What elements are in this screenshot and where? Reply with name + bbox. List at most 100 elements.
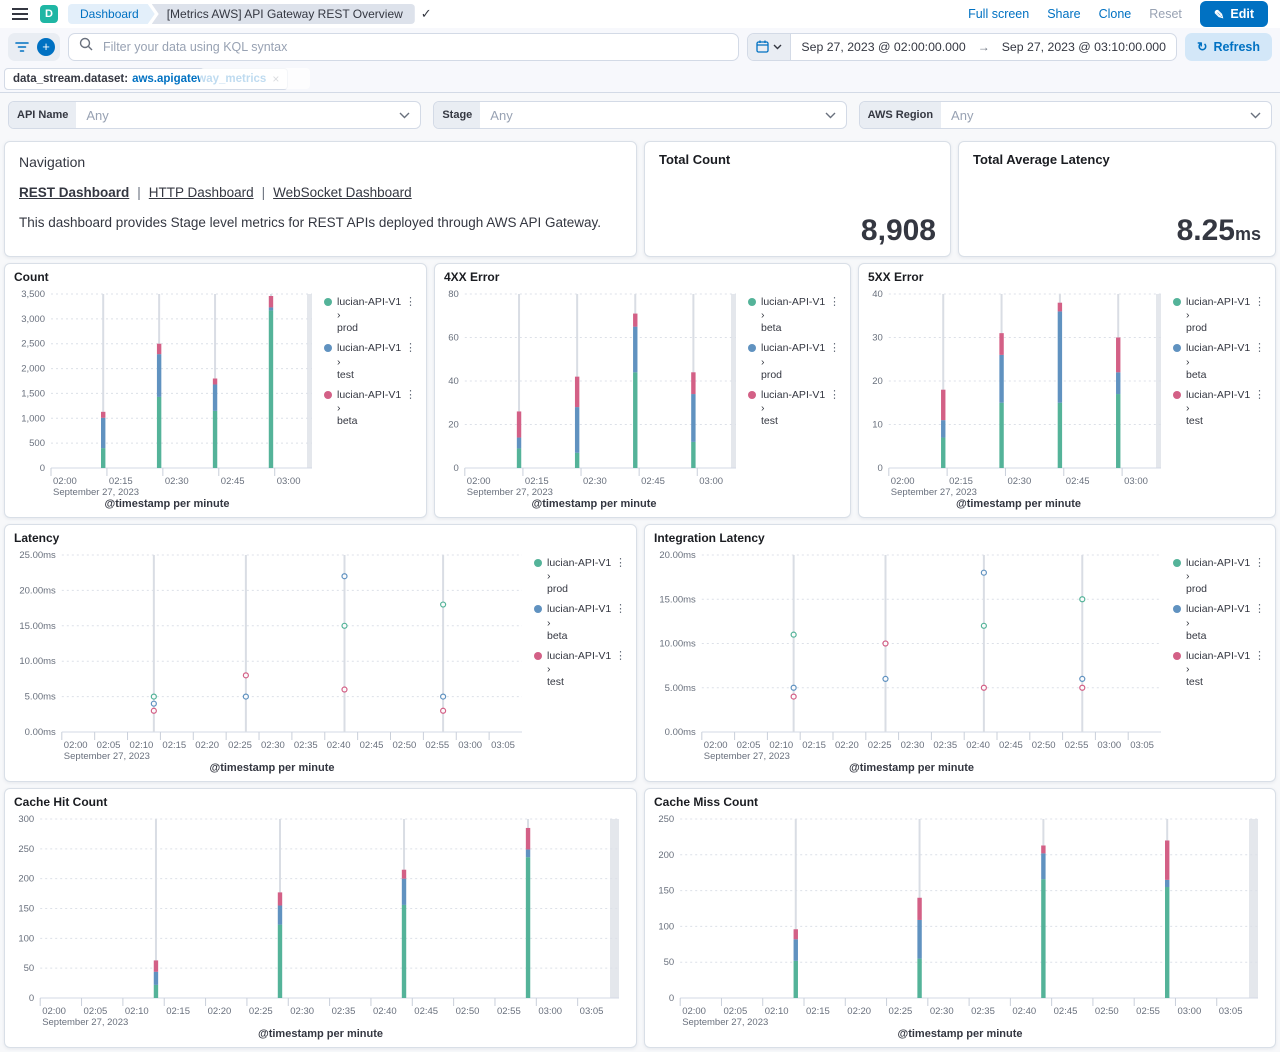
latency-chart[interactable]: 0.00ms5.00ms10.00ms15.00ms20.00ms25.00ms… <box>14 547 530 762</box>
legend-item[interactable]: lucian-API-V1 ›beta⋮ <box>748 296 841 335</box>
legend-series-label: lucian-API-V1 ›prod <box>1186 557 1253 596</box>
svg-text:02:55: 02:55 <box>497 1006 521 1017</box>
legend-actions-icon[interactable]: ⋮ <box>404 296 417 335</box>
legend-item[interactable]: lucian-API-V1 ›test⋮ <box>1173 389 1266 428</box>
svg-text:5.00ms: 5.00ms <box>665 683 696 694</box>
svg-text:02:00: 02:00 <box>64 740 88 751</box>
legend-actions-icon[interactable]: ⋮ <box>1253 342 1266 381</box>
legend-actions-icon[interactable]: ⋮ <box>404 342 417 381</box>
4xx-error-chart-panel: 4XX Error 02040608002:00September 27, 20… <box>434 263 851 518</box>
calendar-icon[interactable] <box>748 34 791 60</box>
chevron-down-icon <box>1250 112 1271 119</box>
svg-text:60: 60 <box>448 333 459 344</box>
legend-series-dot <box>324 298 332 306</box>
legend-item[interactable]: lucian-API-V1 ›prod⋮ <box>324 296 417 335</box>
full-screen-link[interactable]: Full screen <box>968 7 1029 21</box>
legend-item[interactable]: lucian-API-V1 ›beta⋮ <box>324 389 417 428</box>
legend-item[interactable]: lucian-API-V1 ›beta⋮ <box>1173 603 1266 642</box>
count-chart[interactable]: 05001,0001,5002,0002,5003,0003,50002:00S… <box>14 286 320 498</box>
legend-item[interactable]: lucian-API-V1 ›prod⋮ <box>1173 557 1266 596</box>
svg-text:September 27, 2023: September 27, 2023 <box>64 751 150 762</box>
range-arrow-icon: → <box>976 40 992 54</box>
date-range-start[interactable]: Sep 27, 2023 @ 02:00:00.000 <box>791 40 975 54</box>
svg-text:03:00: 03:00 <box>1177 1006 1201 1017</box>
clone-link[interactable]: Clone <box>1099 7 1132 21</box>
navigation-title: Navigation <box>19 154 622 170</box>
menu-icon[interactable] <box>10 5 30 23</box>
svg-text:02:35: 02:35 <box>332 1006 356 1017</box>
websocket-dashboard-link[interactable]: WebSocket Dashboard <box>273 185 412 200</box>
legend-actions-icon[interactable]: ⋮ <box>404 389 417 428</box>
cache-miss-count-chart[interactable]: 05010015020025002:00September 27, 202302… <box>654 811 1266 1028</box>
svg-text:10.00ms: 10.00ms <box>659 639 696 650</box>
navigation-links: REST Dashboard | HTTP Dashboard | WebSoc… <box>19 185 622 200</box>
svg-text:02:55: 02:55 <box>1136 1006 1160 1017</box>
count-chart-panel: Count 05001,0001,5002,0002,5003,0003,500… <box>4 263 427 518</box>
svg-text:September 27, 2023: September 27, 2023 <box>682 1017 768 1028</box>
cache-hit-count-chart[interactable]: 05010015020025030002:00September 27, 202… <box>14 811 627 1028</box>
rest-dashboard-link[interactable]: REST Dashboard <box>19 185 129 200</box>
legend-actions-icon[interactable]: ⋮ <box>1253 557 1266 596</box>
edit-button[interactable]: ✎ Edit <box>1200 1 1268 27</box>
4xx-error-chart[interactable]: 02040608002:00September 27, 202302:1502:… <box>444 286 744 498</box>
breadcrumb-dashboard[interactable]: Dashboard <box>68 4 155 24</box>
total-average-latency-value: 8.25ms <box>973 216 1261 246</box>
legend-item[interactable]: lucian-API-V1 ›beta⋮ <box>1173 342 1266 381</box>
svg-text:02:25: 02:25 <box>228 740 252 751</box>
legend-item[interactable]: lucian-API-V1 ›beta⋮ <box>534 603 627 642</box>
query-bar: + Sep 27, 2023 @ 02:00:00.000 → Sep 27, … <box>0 28 1280 65</box>
control-stage[interactable]: Stage Any <box>433 101 846 129</box>
date-range-picker: Sep 27, 2023 @ 02:00:00.000 → Sep 27, 20… <box>747 33 1177 61</box>
svg-text:02:45: 02:45 <box>1066 476 1090 487</box>
legend-actions-icon[interactable]: ⋮ <box>614 650 627 689</box>
legend-actions-icon[interactable]: ⋮ <box>828 296 841 335</box>
svg-text:02:20: 02:20 <box>835 740 859 751</box>
svg-text:1,000: 1,000 <box>21 413 45 424</box>
svg-text:2,500: 2,500 <box>21 339 45 350</box>
pencil-icon: ✎ <box>1214 7 1224 22</box>
svg-text:02:10: 02:10 <box>125 1006 149 1017</box>
legend-actions-icon[interactable]: ⋮ <box>828 389 841 428</box>
control-aws-region[interactable]: AWS Region Any <box>859 101 1272 129</box>
legend-actions-icon[interactable]: ⋮ <box>614 603 627 642</box>
kql-search-input[interactable] <box>101 39 728 55</box>
http-dashboard-link[interactable]: HTTP Dashboard <box>149 185 254 200</box>
svg-text:02:05: 02:05 <box>97 740 121 751</box>
share-link[interactable]: Share <box>1047 7 1080 21</box>
svg-text:1,500: 1,500 <box>21 388 45 399</box>
app-header: D Dashboard [Metrics AWS] API Gateway RE… <box>0 0 1280 28</box>
legend-actions-icon[interactable]: ⋮ <box>1253 650 1266 689</box>
chevron-down-icon <box>399 112 420 119</box>
svg-text:02:20: 02:20 <box>195 740 219 751</box>
legend-item[interactable]: lucian-API-V1 ›prod⋮ <box>534 557 627 596</box>
add-filter-icon[interactable]: + <box>37 38 55 56</box>
legend-item[interactable]: lucian-API-V1 ›prod⋮ <box>748 342 841 381</box>
legend-actions-icon[interactable]: ⋮ <box>828 342 841 381</box>
refresh-button[interactable]: ↻ Refresh <box>1185 33 1272 61</box>
legend-item[interactable]: lucian-API-V1 ›test⋮ <box>748 389 841 428</box>
integration-latency-chart[interactable]: 0.00ms5.00ms10.00ms15.00ms20.00ms02:00Se… <box>654 547 1169 762</box>
legend-item[interactable]: lucian-API-V1 ›prod⋮ <box>1173 296 1266 335</box>
svg-text:300: 300 <box>18 814 34 825</box>
legend-item[interactable]: lucian-API-V1 ›test⋮ <box>1173 650 1266 689</box>
svg-text:0: 0 <box>40 463 45 474</box>
legend-actions-icon[interactable]: ⋮ <box>1253 296 1266 335</box>
filter-icon[interactable] <box>13 39 31 55</box>
legend-series-label: lucian-API-V1 ›beta <box>547 603 614 642</box>
svg-text:02:50: 02:50 <box>1095 1006 1119 1017</box>
5xx-error-chart-panel: 5XX Error 01020304002:00September 27, 20… <box>858 263 1276 518</box>
legend-item[interactable]: lucian-API-V1 ›test⋮ <box>534 650 627 689</box>
reset-link[interactable]: Reset <box>1149 7 1182 21</box>
legend-actions-icon[interactable]: ⋮ <box>1253 603 1266 642</box>
svg-text:80: 80 <box>448 289 459 300</box>
svg-text:02:40: 02:40 <box>327 740 351 751</box>
chart-legend: lucian-API-V1 ›prod⋮ lucian-API-V1 ›test⋮… <box>320 286 417 513</box>
navigation-panel: Navigation REST Dashboard | HTTP Dashboa… <box>4 141 637 257</box>
legend-item[interactable]: lucian-API-V1 ›test⋮ <box>324 342 417 381</box>
svg-text:150: 150 <box>658 886 674 897</box>
legend-actions-icon[interactable]: ⋮ <box>1253 389 1266 428</box>
5xx-error-chart[interactable]: 01020304002:00September 27, 202302:1502:… <box>868 286 1169 498</box>
date-range-end[interactable]: Sep 27, 2023 @ 03:10:00.000 <box>992 40 1176 54</box>
control-api-name[interactable]: API Name Any <box>8 101 421 129</box>
legend-actions-icon[interactable]: ⋮ <box>614 557 627 596</box>
